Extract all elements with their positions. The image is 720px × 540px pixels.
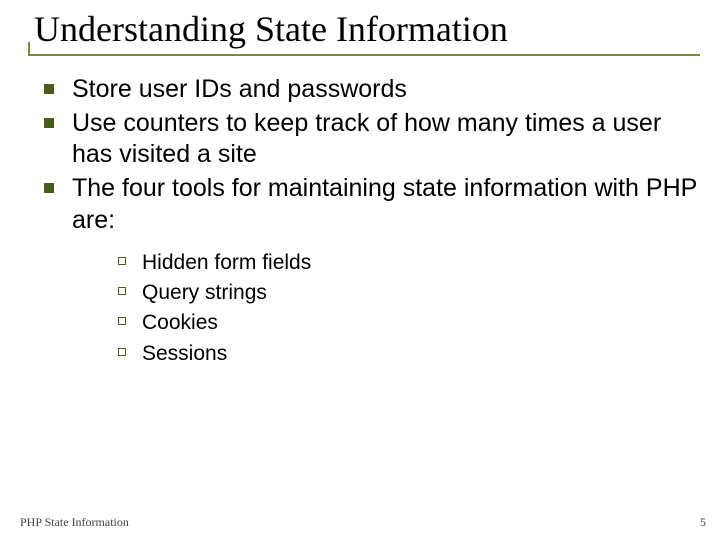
square-bullet-icon <box>44 118 54 128</box>
hollow-square-bullet-icon <box>118 287 126 295</box>
list-item: Store user IDs and passwords <box>38 74 700 105</box>
hollow-square-bullet-icon <box>118 257 126 265</box>
bullet-text: Use counters to keep track of how many t… <box>72 109 661 168</box>
square-bullet-icon <box>44 84 54 94</box>
list-item: The four tools for maintaining state inf… <box>38 173 700 367</box>
slide-body: Store user IDs and passwords Use counter… <box>28 74 700 367</box>
hollow-square-bullet-icon <box>118 348 126 356</box>
sub-bullet-text: Hidden form fields <box>142 251 311 274</box>
bullet-list: Store user IDs and passwords Use counter… <box>28 74 700 367</box>
sub-bullet-text: Sessions <box>142 342 227 365</box>
slide-title: Understanding State Information <box>28 10 700 50</box>
bullet-text: Store user IDs and passwords <box>72 75 407 103</box>
square-bullet-icon <box>44 183 54 193</box>
slide: Understanding State Information Store us… <box>0 0 720 540</box>
title-underline: Understanding State Information <box>28 10 700 56</box>
list-item: Query strings <box>114 280 700 306</box>
list-item: Use counters to keep track of how many t… <box>38 108 700 171</box>
list-item: Hidden form fields <box>114 250 700 276</box>
list-item: Cookies <box>114 310 700 336</box>
bullet-text: The four tools for maintaining state inf… <box>72 174 697 233</box>
sub-bullet-text: Query strings <box>142 281 267 304</box>
footer-text: PHP State Information <box>20 515 129 530</box>
sub-bullet-text: Cookies <box>142 311 218 334</box>
list-item: Sessions <box>114 341 700 367</box>
sub-bullet-list: Hidden form fields Query strings Cookies… <box>72 250 700 367</box>
page-number: 5 <box>700 515 706 530</box>
hollow-square-bullet-icon <box>118 317 126 325</box>
